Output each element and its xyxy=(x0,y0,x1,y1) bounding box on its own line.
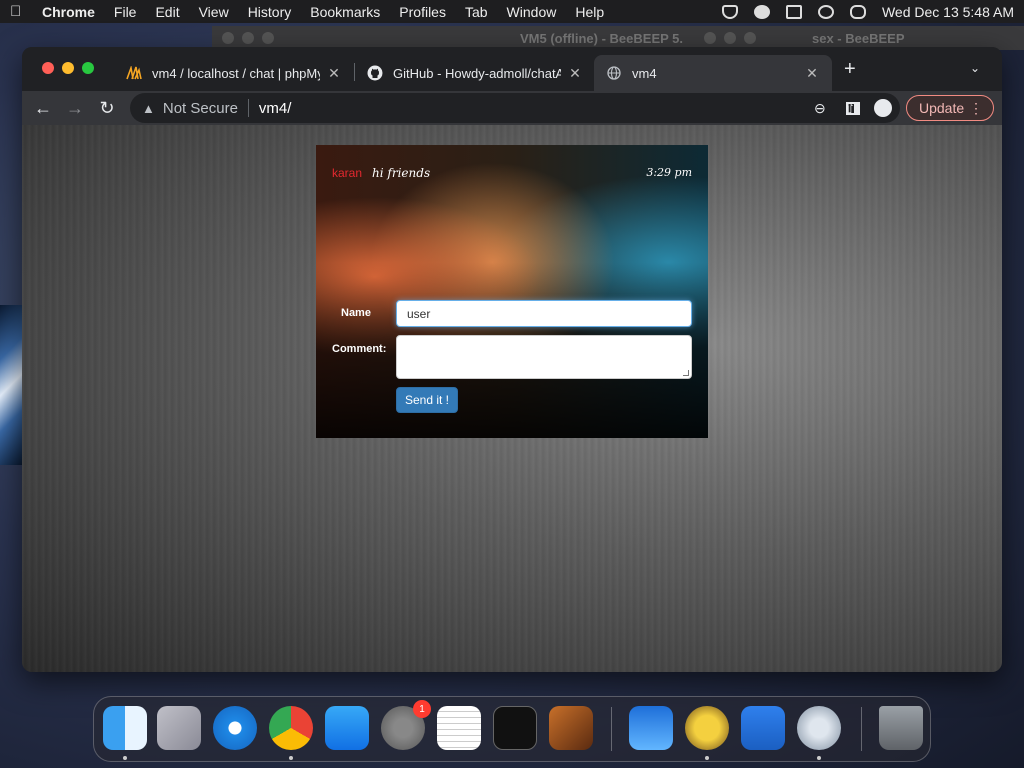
menu-profiles[interactable]: Profiles xyxy=(399,4,446,20)
back-arrow-icon[interactable]: ← xyxy=(32,97,54,119)
launchpad-icon[interactable] xyxy=(157,706,201,750)
update-button[interactable]: Update ⋮ xyxy=(906,95,994,121)
dock-separator xyxy=(861,707,862,751)
menu-extras: Wed Dec 13 5:48 AM xyxy=(721,4,1014,20)
bg-window2-title: sex - BeeBEEP xyxy=(812,31,905,46)
message-timestamp: 3:29 pm xyxy=(646,166,692,179)
bg-window-close-icon xyxy=(222,32,234,44)
textarea-resize-handle[interactable] xyxy=(683,370,689,376)
chrome-window: vm4 / localhost / chat | phpMyA ✕ GitHub… xyxy=(22,47,1002,672)
chat-panel: karan hi friends 3:29 pm Name user Comme… xyxy=(316,145,708,438)
name-label: Name xyxy=(341,307,371,319)
new-tab-button[interactable]: + xyxy=(844,59,856,79)
bg-window-minimize-icon xyxy=(242,32,254,44)
tab-title: GitHub - Howdy-admoll/chatAp xyxy=(393,65,561,81)
safari-icon[interactable] xyxy=(213,706,257,750)
kebab-menu-icon[interactable]: ⋮ xyxy=(969,100,983,117)
message-username: karan xyxy=(332,166,363,180)
url-text[interactable]: vm4/ xyxy=(259,100,292,117)
running-indicator xyxy=(817,756,821,760)
window-zoom-button[interactable] xyxy=(82,62,94,74)
security-label[interactable]: Not Secure xyxy=(163,100,238,117)
toolbar-right: Update ⋮ xyxy=(846,95,994,121)
tab-github[interactable]: GitHub - Howdy-admoll/chatAp ✕ xyxy=(355,55,595,91)
tab-close-icon[interactable]: ✕ xyxy=(326,65,342,82)
side-panel-icon[interactable] xyxy=(846,101,860,115)
running-indicator xyxy=(123,756,127,760)
tab-search-chevron-icon[interactable]: ⌄ xyxy=(970,61,980,75)
spotlight-search-icon[interactable] xyxy=(817,4,834,19)
name-input[interactable]: user xyxy=(396,300,692,327)
tab-close-icon[interactable]: ✕ xyxy=(567,65,583,82)
tab-title: vm4 / localhost / chat | phpMyA xyxy=(152,65,320,81)
menu-bookmarks[interactable]: Bookmarks xyxy=(310,4,380,20)
bg-window2-minimize-icon xyxy=(724,32,736,44)
profile-avatar-icon[interactable] xyxy=(874,99,892,117)
reload-icon[interactable]: ↻ xyxy=(96,97,118,119)
menu-tab[interactable]: Tab xyxy=(465,4,488,20)
send-button-label: Send it ! xyxy=(404,393,450,407)
update-label: Update xyxy=(919,100,965,116)
window-close-button[interactable] xyxy=(42,62,54,74)
dock-separator xyxy=(611,707,612,751)
address-bar[interactable]: ▲ Not Secure vm4/ ⊖ ⇧ ☆ xyxy=(130,93,900,123)
dock: 1 xyxy=(93,696,931,762)
tab-close-icon[interactable]: ✕ xyxy=(804,65,820,82)
menu-app-name[interactable]: Chrome xyxy=(42,4,95,20)
desktop-wallpaper-fragment xyxy=(0,305,22,465)
github-icon xyxy=(367,65,383,81)
app-store-icon[interactable] xyxy=(325,706,369,750)
name-input-value[interactable]: user xyxy=(407,307,430,321)
beebeep-status-icon[interactable] xyxy=(753,4,770,19)
menu-history[interactable]: History xyxy=(248,4,292,20)
screen-mirroring-icon[interactable] xyxy=(785,4,802,19)
running-indicator xyxy=(289,756,293,760)
window-minimize-button[interactable] xyxy=(62,62,74,74)
message-text: hi friends xyxy=(372,166,431,180)
not-secure-warning-icon[interactable]: ▲ xyxy=(142,101,155,116)
send-button[interactable]: Send it ! xyxy=(396,387,458,413)
menu-edit[interactable]: Edit xyxy=(155,4,179,20)
notification-badge: 1 xyxy=(413,700,431,718)
bg-window-title: VM5 (offline) - BeeBEEP 5. xyxy=(520,31,684,46)
menu-clock[interactable]: Wed Dec 13 5:48 AM xyxy=(882,4,1014,20)
globe-icon xyxy=(606,65,622,81)
settings-icon[interactable] xyxy=(797,706,841,750)
beebeep-icon[interactable] xyxy=(685,706,729,750)
garageband-icon[interactable] xyxy=(549,706,593,750)
bg-window2-zoom-icon xyxy=(744,32,756,44)
macos-menu-bar:  Chrome File Edit View History Bookmark… xyxy=(0,0,1024,23)
menu-file[interactable]: File xyxy=(114,4,137,20)
tab-strip: vm4 / localhost / chat | phpMyA ✕ GitHub… xyxy=(22,47,1002,91)
textedit-icon[interactable] xyxy=(437,706,481,750)
running-indicator xyxy=(705,756,709,760)
apple-menu-icon[interactable]:  xyxy=(10,3,28,20)
vpn-shield-icon[interactable] xyxy=(721,4,738,19)
trash-icon[interactable] xyxy=(879,706,923,750)
comment-textarea[interactable] xyxy=(396,335,692,379)
menu-window[interactable]: Window xyxy=(507,4,557,20)
vpn-icon[interactable] xyxy=(741,706,785,750)
bg-window-zoom-icon xyxy=(262,32,274,44)
page-viewport: karan hi friends 3:29 pm Name user Comme… xyxy=(22,125,1002,672)
chat-message: karan hi friends xyxy=(332,166,430,180)
zoom-icon[interactable]: ⊖ xyxy=(814,100,826,117)
comment-label: Comment: xyxy=(332,343,387,355)
tab-phpmyadmin[interactable]: vm4 / localhost / chat | phpMyA ✕ xyxy=(114,55,354,91)
weather-icon[interactable] xyxy=(629,706,673,750)
tab-vm4[interactable]: vm4 ✕ xyxy=(594,55,832,91)
menu-help[interactable]: Help xyxy=(575,4,604,20)
tab-title: vm4 xyxy=(632,65,657,81)
control-center-icon[interactable] xyxy=(849,4,866,19)
forward-arrow-icon[interactable]: → xyxy=(64,97,86,119)
terminal-icon[interactable] xyxy=(493,706,537,750)
finder-icon[interactable] xyxy=(103,706,147,750)
address-divider xyxy=(247,99,249,117)
bg-window2-close-icon xyxy=(704,32,716,44)
chrome-icon[interactable] xyxy=(269,706,313,750)
phpmyadmin-icon xyxy=(126,65,142,81)
menu-view[interactable]: View xyxy=(199,4,229,20)
